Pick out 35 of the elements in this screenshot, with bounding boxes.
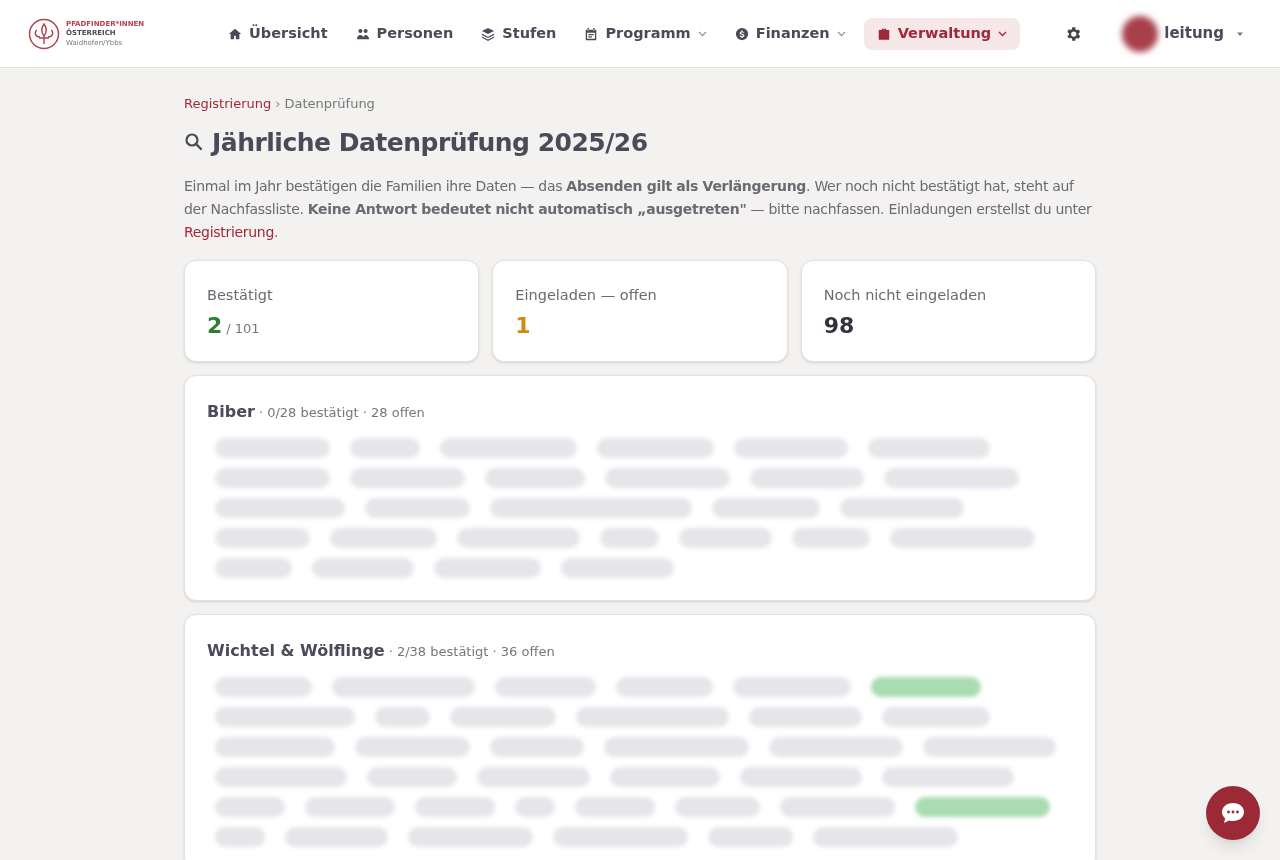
user-name[interactable]: leitung [1164, 22, 1224, 45]
nav-tab[interactable]: Stufen [471, 17, 567, 50]
stat-value: 2 [207, 311, 223, 340]
nav-tab[interactable]: Finanzen [724, 17, 856, 50]
chat-icon [1220, 801, 1246, 825]
stat-label: Noch nicht eingeladen [823, 286, 988, 305]
registrierung-link[interactable]: Registrierung [184, 224, 275, 240]
chat-button[interactable] [1206, 786, 1260, 840]
layers-icon [481, 26, 496, 41]
stat-label: Bestätigt [207, 286, 274, 305]
breadcrumb-separator: › [275, 95, 281, 113]
nav-tab[interactable]: Übersicht [218, 17, 338, 50]
group-summary: · 0/28 bestätigt · 28 offen [258, 404, 425, 422]
group-summary: · 2/38 bestätigt · 36 offen [388, 643, 555, 661]
logo-icon [28, 17, 60, 50]
nav-tab[interactable]: Programm [574, 17, 717, 50]
calendar-icon [584, 26, 599, 41]
group-name: Wichtel & Wölflinge [207, 640, 385, 662]
breadcrumb-link[interactable]: Registrierung [184, 94, 272, 114]
nav-tab[interactable]: Personen [345, 17, 464, 50]
intro-paragraph: Einmal im Jahr bestätigen die Familien ihre Daten — das Absenden gilt als Verlängerung. Wer noch nicht bestätigt hat, steht auf der Nachfassliste. Keine Antwort bedeutet nicht automatisch „ausgetreten" — bitte nachfassen. Einladungen erstellst du unter Registrierung. [184, 177, 1093, 242]
stat-label: Eingeladen — offen [515, 286, 658, 305]
stat-total: / 101 [226, 319, 260, 338]
stat-value: 98 [823, 311, 855, 340]
stat-value: 1 [515, 311, 531, 340]
people-icon [355, 26, 370, 41]
dollar-icon [734, 26, 749, 41]
breadcrumb-current: Datenprüfung [284, 95, 375, 113]
nav-tab[interactable]: Verwaltung [863, 17, 1021, 50]
group-name: Biber [207, 401, 255, 423]
avatar[interactable] [1122, 15, 1159, 52]
home-icon [228, 26, 242, 41]
briefcase-icon [876, 26, 891, 41]
page-title: Jährliche Datenprüfung 2025/26 [212, 126, 648, 159]
search-icon [184, 132, 204, 153]
